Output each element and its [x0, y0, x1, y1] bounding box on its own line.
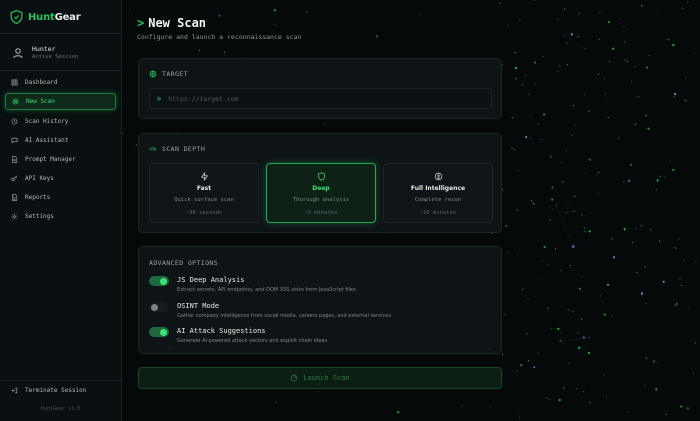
- dashboard-icon: [11, 79, 18, 86]
- user-name: Hunter: [32, 45, 56, 53]
- depth-option-name: Full Intelligence: [410, 185, 466, 192]
- sidebar-item-label: Dashboard: [25, 79, 58, 86]
- launch-scan-button[interactable]: Launch Scan: [138, 367, 502, 389]
- user-icon: [13, 47, 23, 58]
- globe-icon: [149, 70, 157, 78]
- sidebar-item-label: Settings: [25, 213, 54, 220]
- sidebar-item-reports[interactable]: Reports: [5, 189, 116, 206]
- page-subtitle: Configure and launch a reconnaissance sc…: [137, 33, 302, 41]
- depth-option-full-intelligence[interactable]: Full Intelligence Complete recon ~10 min…: [383, 163, 493, 223]
- sidebar-item-label: API Keys: [25, 175, 54, 182]
- depth-option-name: Fast: [196, 185, 212, 192]
- depth-option-desc: Thorough analysis: [292, 197, 350, 203]
- page-title: > New Scan: [137, 16, 206, 30]
- advanced-options-label-text: ADVANCED OPTIONS: [149, 259, 219, 267]
- sidebar-item-ai-assistant[interactable]: AI Assistant: [5, 132, 116, 149]
- scan-depth-card: SCAN DEPTH Fast Quick surface scan ~30 s…: [138, 133, 502, 233]
- target-url-input[interactable]: [168, 94, 469, 103]
- target-url-field[interactable]: >: [149, 88, 492, 109]
- sidebar-item-prompt-manager[interactable]: Prompt Manager: [5, 151, 116, 168]
- depth-option-name: Deep: [312, 185, 330, 192]
- key-icon: [11, 175, 18, 181]
- gear-icon: [11, 213, 18, 220]
- target-card: TARGET >: [138, 58, 502, 119]
- brand-name: HuntGear: [28, 11, 81, 23]
- toggle-knob: [151, 303, 158, 311]
- sidebar-item-label: Prompt Manager: [25, 156, 76, 163]
- depth-option-time: ~10 minutes: [419, 210, 457, 216]
- sidebar-item-dashboard[interactable]: Dashboard: [5, 74, 116, 91]
- js-deep-analysis-toggle[interactable]: [149, 276, 169, 286]
- history-icon: [11, 118, 18, 125]
- sidebar-item-label: AI Assistant: [25, 137, 69, 144]
- ai-attack-suggestions-toggle[interactable]: [149, 327, 169, 337]
- option-title: OSINT Mode: [177, 302, 220, 310]
- option-js-deep-analysis: JS Deep Analysis Extract secrets, API en…: [149, 276, 356, 293]
- lightning-icon: [200, 172, 208, 181]
- terminate-session-label: Terminate Session: [25, 387, 87, 394]
- option-desc: Generate AI-powered attack vectors and e…: [177, 338, 328, 344]
- launch-scan-label: Launch Scan: [303, 374, 350, 382]
- gauge-icon: [149, 147, 157, 151]
- depth-option-deep[interactable]: Deep Thorough analysis ~5 minutes: [266, 163, 376, 223]
- shield-icon: [317, 172, 325, 181]
- sidebar-item-settings[interactable]: Settings: [5, 208, 116, 225]
- toggle-knob: [160, 328, 167, 336]
- target-label: TARGET: [149, 70, 188, 78]
- option-title: AI Attack Suggestions: [177, 327, 266, 335]
- radar-icon: [290, 374, 298, 382]
- divider: [0, 33, 121, 34]
- scan-depth-label: SCAN DEPTH: [149, 145, 205, 153]
- prompt-caret-icon: >: [157, 94, 162, 103]
- brain-icon: [434, 172, 442, 181]
- divider: [0, 70, 121, 71]
- report-icon: [12, 194, 18, 201]
- brand-name-part2: Gear: [54, 11, 81, 23]
- sidebar-item-label: Reports: [25, 194, 51, 201]
- shield-logo-icon: [10, 10, 23, 24]
- depth-option-desc: Complete recon: [414, 197, 462, 203]
- scan-depth-label-text: SCAN DEPTH: [162, 145, 206, 153]
- depth-option-time: ~30 seconds: [185, 210, 223, 216]
- chat-icon: [11, 137, 18, 144]
- sidebar-item-label: Scan History: [25, 118, 69, 125]
- brand-name-part1: Hunt: [28, 11, 55, 23]
- sidebar-item-label: New Scan: [26, 98, 55, 105]
- advanced-options-label: ADVANCED OPTIONS: [149, 259, 218, 267]
- prompt-icon: >: [137, 16, 145, 30]
- main-content: > New Scan Configure and launch a reconna…: [122, 0, 700, 421]
- depth-option-fast[interactable]: Fast Quick surface scan ~30 seconds: [149, 163, 259, 223]
- document-icon: [12, 156, 18, 163]
- logout-icon: [11, 387, 18, 394]
- target-icon: [12, 98, 19, 105]
- toggle-knob: [160, 277, 167, 285]
- depth-option-time: ~5 minutes: [304, 210, 338, 216]
- page-title-text: New Scan: [148, 16, 207, 30]
- option-desc: Extract secrets, API endpoints, and DOM …: [177, 287, 356, 293]
- app-version: HuntGear v1.0: [40, 406, 81, 412]
- sidebar: HuntGear Hunter Active Session Dashboard…: [0, 0, 122, 421]
- sidebar-item-api-keys[interactable]: API Keys: [5, 170, 116, 187]
- osint-mode-toggle[interactable]: [149, 302, 169, 312]
- sidebar-item-new-scan[interactable]: New Scan: [5, 93, 116, 110]
- target-label-text: TARGET: [162, 70, 188, 78]
- user-profile: Hunter Active Session: [12, 45, 78, 60]
- option-osint-mode: OSINT Mode Gather company intelligence f…: [149, 302, 391, 319]
- terminate-session-button[interactable]: Terminate Session: [11, 387, 86, 394]
- user-status: Active Session: [32, 54, 79, 60]
- brand-logo[interactable]: HuntGear: [10, 10, 81, 24]
- sidebar-item-scan-history[interactable]: Scan History: [5, 113, 116, 130]
- advanced-options-card: ADVANCED OPTIONS JS Deep Analysis Extrac…: [138, 246, 502, 354]
- depth-option-desc: Quick surface scan: [174, 197, 234, 203]
- option-desc: Gather company intelligence from social …: [177, 313, 391, 319]
- option-ai-attack-suggestions: AI Attack Suggestions Generate AI-powere…: [149, 327, 327, 344]
- option-title: JS Deep Analysis: [177, 276, 245, 284]
- divider: [0, 380, 121, 381]
